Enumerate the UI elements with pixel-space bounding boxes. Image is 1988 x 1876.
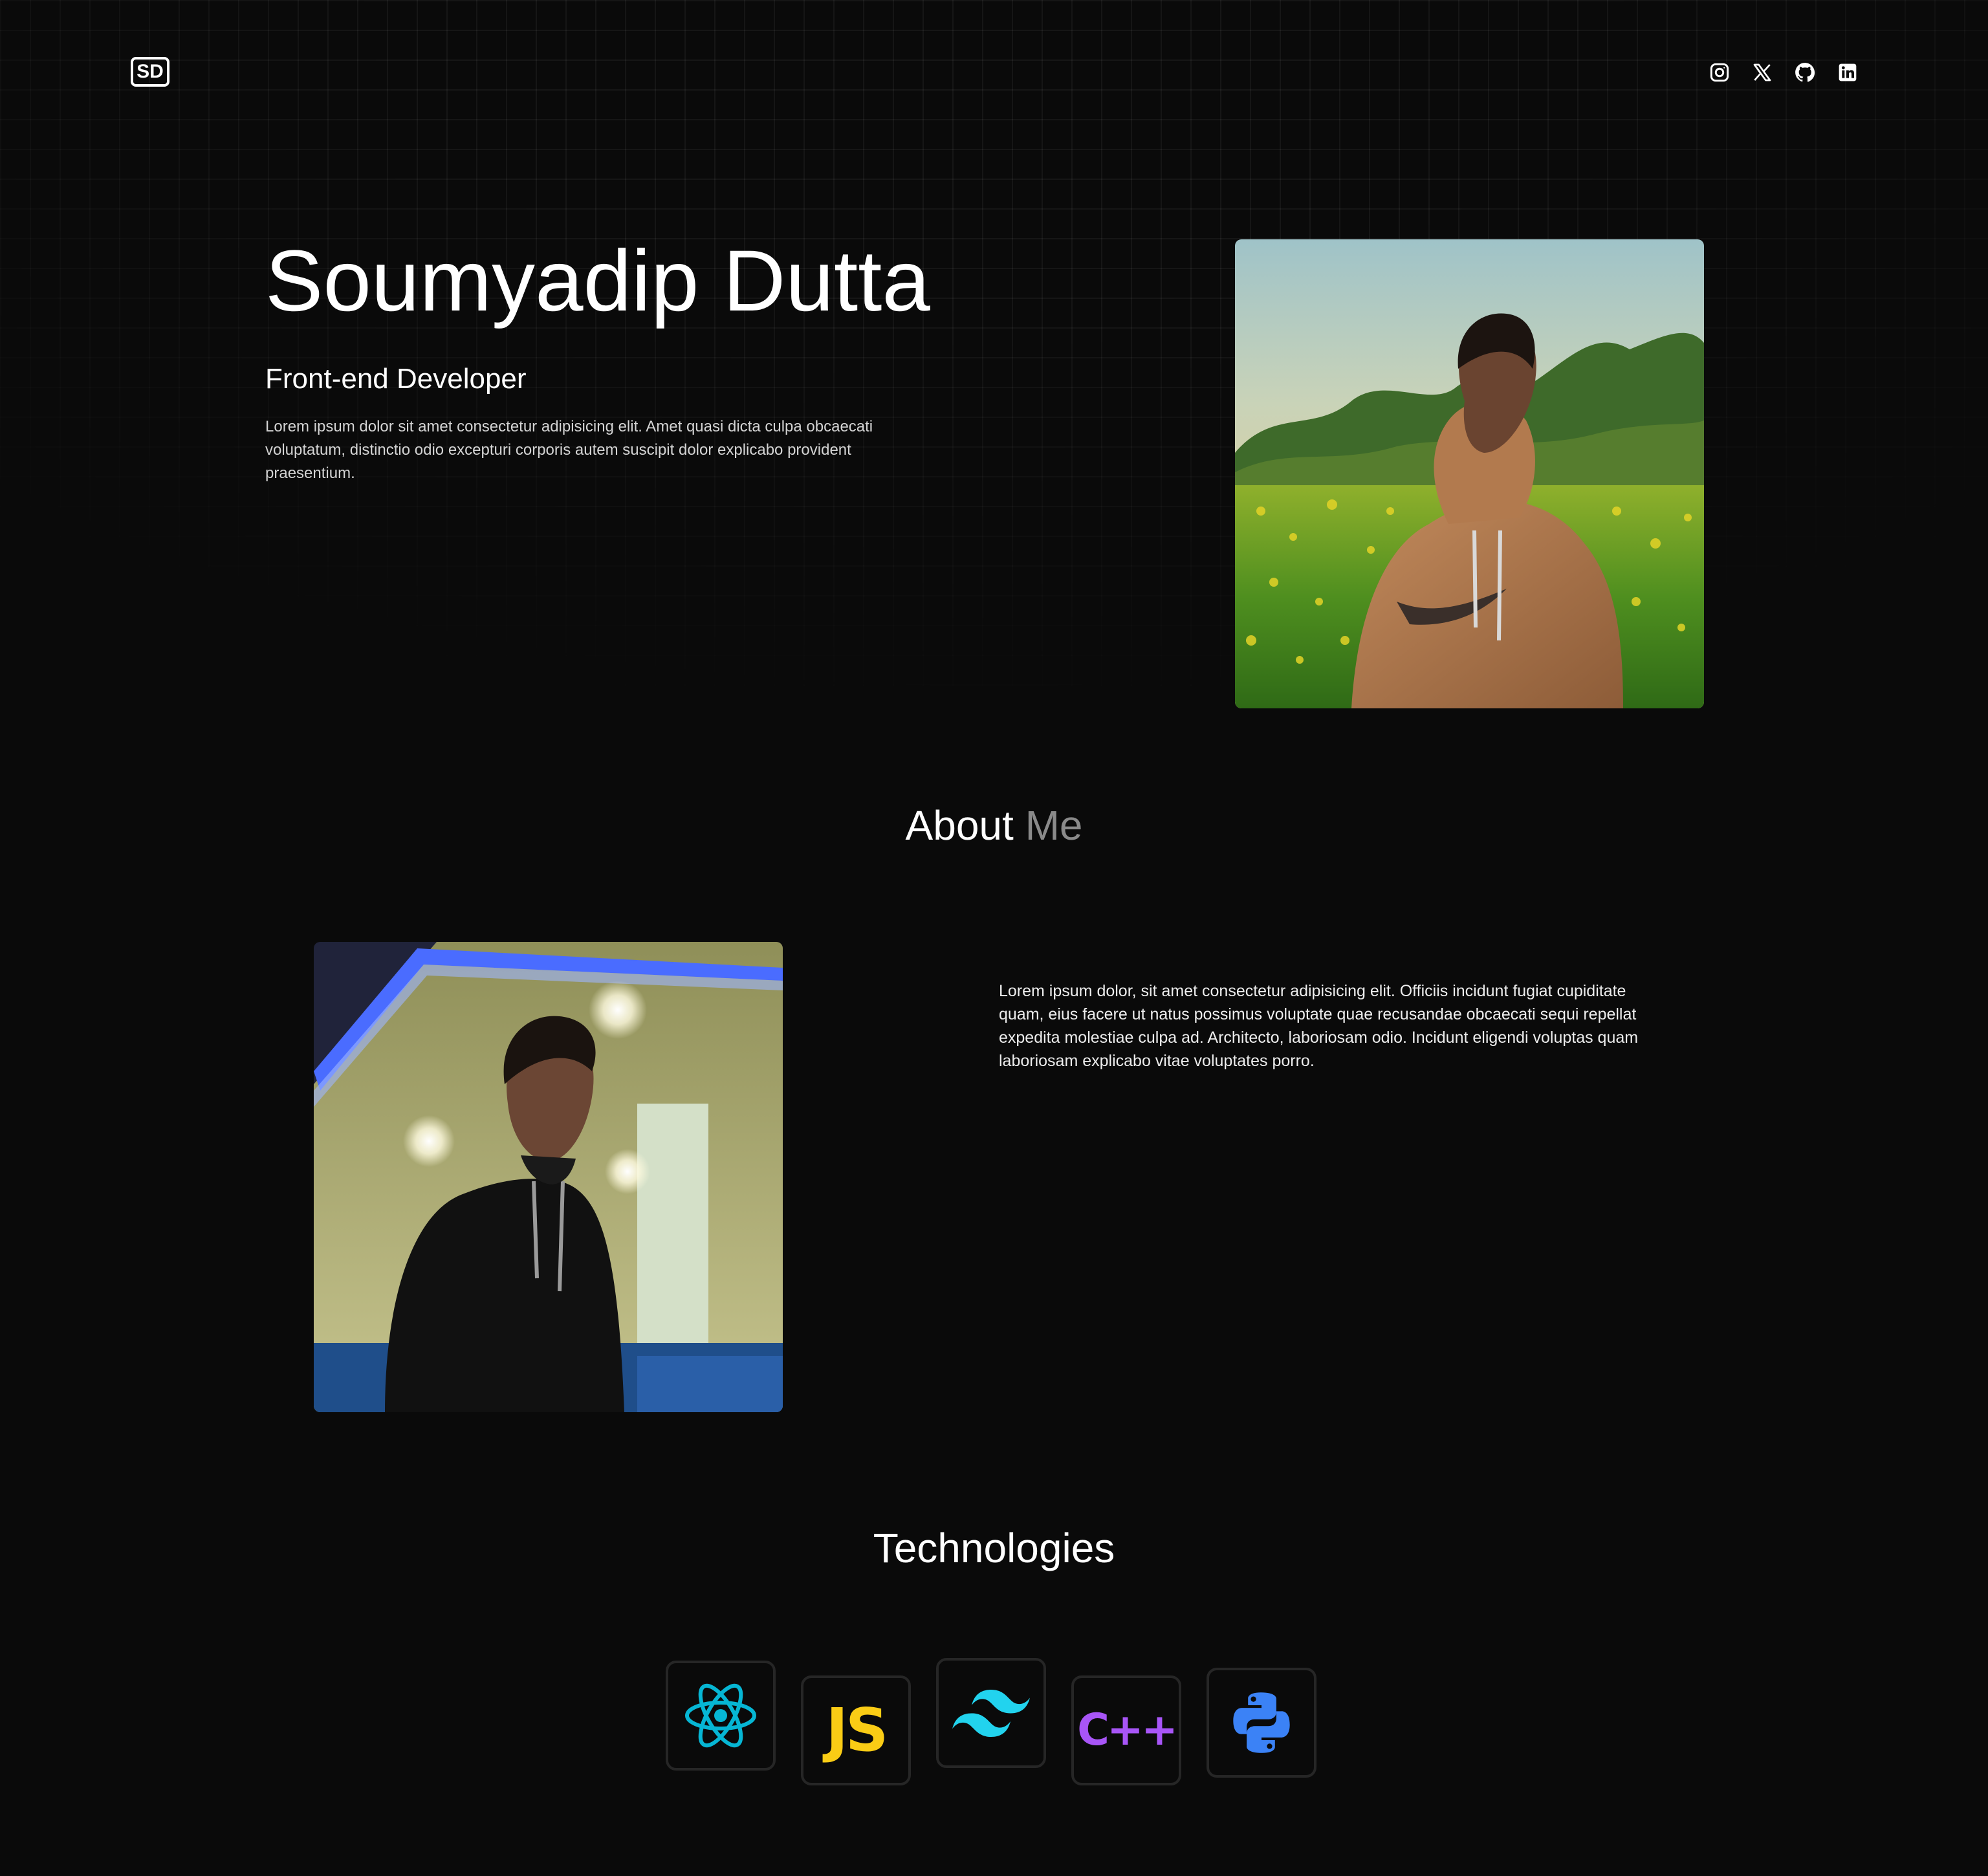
github-icon[interactable] [1792, 60, 1818, 85]
about-portrait-photo [314, 942, 783, 1412]
tech-card-tailwind[interactable] [936, 1658, 1046, 1768]
tailwind-icon [952, 1690, 1030, 1737]
technologies-heading: Technologies [873, 1525, 1115, 1571]
tech-card-react[interactable] [666, 1661, 776, 1771]
linkedin-icon[interactable] [1835, 60, 1861, 85]
about-heading: About Me [0, 800, 1988, 851]
about-heading-main: About [905, 802, 1014, 849]
instagram-icon[interactable] [1707, 60, 1732, 85]
logo[interactable]: SD [131, 57, 169, 87]
react-icon [685, 1683, 756, 1748]
hero-description: Lorem ipsum dolor sit amet consectetur a… [265, 418, 873, 482]
logo-text: SD [137, 61, 164, 82]
about-text: Lorem ipsum dolor, sit amet consectetur … [999, 982, 1639, 1070]
hero-portrait-photo [1235, 239, 1704, 708]
tech-card-python[interactable] [1207, 1668, 1316, 1778]
social-links [1707, 60, 1861, 85]
x-twitter-icon[interactable] [1749, 60, 1775, 85]
javascript-icon: JS [825, 1696, 888, 1765]
tech-card-javascript[interactable]: JS [801, 1675, 911, 1785]
hero-name: Soumyadip Dutta [265, 233, 930, 329]
tech-card-cplusplus[interactable]: C++ [1071, 1675, 1181, 1785]
about-heading-accent: Me [1025, 802, 1083, 849]
python-icon [1233, 1692, 1290, 1753]
hero-role: Front-end Developer [265, 363, 527, 395]
cplusplus-icon: C++ [1077, 1705, 1178, 1756]
